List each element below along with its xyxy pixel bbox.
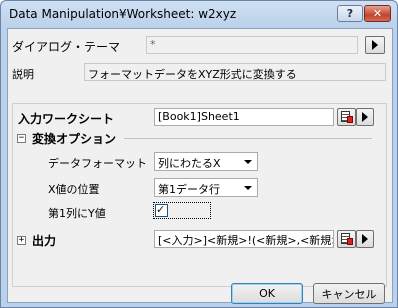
ok-button-label: OK (259, 287, 275, 300)
window-title: Data Manipulation¥Worksheet: w2xyz (9, 7, 237, 21)
output-menu-button[interactable] (356, 230, 374, 248)
theme-menu-button[interactable] (365, 36, 385, 54)
expand-icon[interactable]: + (17, 236, 26, 245)
description-text: フォーマットデータをXYZ形式に変換する (84, 63, 386, 81)
output-label[interactable]: 出力 (32, 232, 56, 249)
help-button[interactable]: ? (337, 5, 363, 22)
worksheet-select-icon (340, 232, 354, 246)
triangle-right-icon (362, 112, 368, 122)
section-divider (124, 138, 372, 139)
cancel-button-label: キャンセル (321, 287, 377, 301)
input-sheet-label: 入力ワークシート (18, 112, 115, 126)
triangle-right-icon (372, 40, 378, 50)
help-icon: ? (346, 7, 354, 20)
ok-button[interactable]: OK (231, 283, 303, 304)
first-col-y-label: 第1列にY値 (48, 207, 106, 220)
theme-label: ダイアログ・テーマ (12, 40, 121, 54)
worksheet-select-icon (340, 110, 354, 124)
input-sheet-menu-button[interactable] (356, 108, 374, 126)
close-button[interactable]: ✕ (364, 5, 391, 22)
chevron-down-icon (244, 186, 252, 190)
first-col-y-checkbox[interactable]: ✓ (155, 203, 168, 217)
chevron-down-icon (244, 160, 252, 164)
x-position-value: 第1データ行 (158, 183, 220, 196)
collapse-icon[interactable]: − (17, 134, 26, 143)
theme-field[interactable]: * (146, 36, 358, 54)
title-bar[interactable]: Data Manipulation¥Worksheet: w2xyz ? ✕ (1, 1, 397, 27)
output-picker-button[interactable] (337, 230, 356, 248)
x-position-label: X値の位置 (48, 183, 100, 196)
input-sheet-field[interactable]: [Book1]Sheet1 (154, 108, 334, 126)
close-icon: ✕ (372, 7, 383, 20)
description-label: 説明 (12, 68, 34, 81)
triangle-right-icon (362, 234, 368, 244)
output-field[interactable]: [<入力>]<新規>!(<新規>,<新規> (154, 230, 334, 248)
dialog-body: ダイアログ・テーマ * 説明 フォーマットデータをXYZ形式に変換する 入力ワー… (7, 28, 393, 304)
dialog-window: Data Manipulation¥Worksheet: w2xyz ? ✕ ダ… (0, 0, 398, 308)
checkmark-icon: ✓ (156, 203, 166, 216)
data-format-value: 列にわたるX (158, 157, 221, 170)
cancel-button[interactable]: キャンセル (313, 283, 385, 304)
data-format-select[interactable]: 列にわたるX (154, 152, 258, 171)
data-format-label: データフォーマット (48, 157, 147, 170)
input-sheet-picker-button[interactable] (337, 108, 356, 126)
conversion-options-label[interactable]: 変換オプション (32, 130, 116, 147)
x-position-select[interactable]: 第1データ行 (154, 178, 258, 197)
